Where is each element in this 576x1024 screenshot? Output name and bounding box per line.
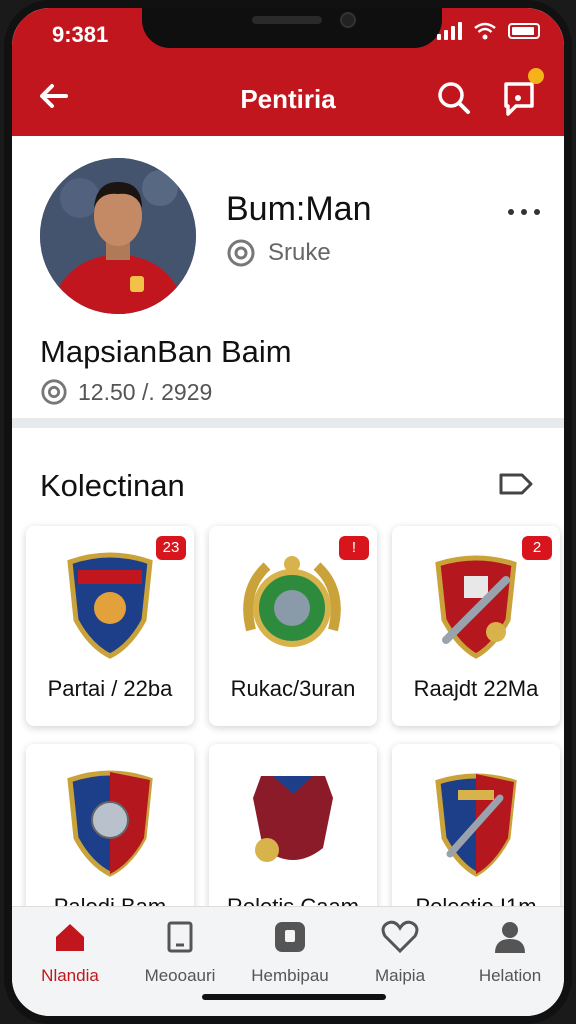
more-options-button[interactable] [506,192,542,224]
card-badge: 2 [522,536,552,560]
player-photo [40,158,196,314]
role-text: Sruke [268,239,331,266]
user-icon [495,922,525,953]
notch [142,8,442,48]
coin-icon [41,379,67,405]
nav-label: Helation [478,966,542,985]
home-icon [56,924,84,951]
ball-crest-icon [67,770,153,877]
status-icons [437,22,540,40]
profile-card: Bum:Man Sruke MapsianBan Baim 12.50 /. 2… [12,138,564,428]
card-badge: ! [339,536,369,560]
nav-label: Nlandia [41,966,99,985]
search-icon [438,82,470,114]
collection-card[interactable]: ! Rukac/3uran [209,526,377,726]
tag-icon [499,473,533,495]
phone-frame: 9:381 Pentiria Bum:Man Sruke MapsianBan … [4,0,572,1024]
speaker [252,16,322,24]
nav-item-profile[interactable]: Helation [460,919,560,986]
app-header: 9:381 Pentiria [12,8,564,136]
sword-crest-icon [435,773,517,877]
nav-item-home[interactable]: Nlandia [20,919,120,986]
profile-stats: 12.50 /. 2929 [40,378,212,406]
tablet-icon [167,921,193,953]
jersey-icon [253,776,333,862]
wifi-icon [474,22,496,40]
tag-button[interactable] [498,470,534,498]
nav-item-favorites[interactable]: Maipia [350,919,450,986]
search-button[interactable] [434,78,474,118]
profile-name: Bum:Man [226,190,372,228]
stats-text: 12.50 /. 2929 [78,378,213,405]
box-icon [275,922,305,952]
nav-item-tablet[interactable]: Meooauri [130,919,230,986]
signal-icon [437,22,462,40]
avatar[interactable] [40,158,196,314]
nav-item-box[interactable]: Hembipau [240,919,340,986]
heart-icon [381,920,419,954]
more-icon [508,209,540,215]
card-label: Partai / 22ba [47,676,173,701]
profile-fullname: MapsianBan Baim [40,334,292,369]
sword-shield-icon [435,555,517,659]
status-time: 9:381 [52,22,109,47]
nav-label: Meooauri [144,966,216,985]
nav-label: Maipia [374,966,426,985]
bottom-nav: Nlandia Meooauri Hembipau Maipia Helatio… [12,906,564,1016]
card-label: Rukac/3uran [230,676,356,701]
card-badge: 23 [156,536,186,560]
page-title: Pentiria [240,84,336,114]
collection-title: Kolectinan [40,468,185,503]
card-label: Raajdt 22Ma [413,676,539,701]
collection-card[interactable]: 2 Raajdt 22Ma [392,526,560,726]
camera [340,12,356,28]
nav-label: Hembipau [251,966,329,985]
profile-role: Sruke [226,238,331,268]
notification-badge [528,68,544,84]
crest-lion-icon [67,552,153,659]
home-indicator [202,994,386,1000]
battery-icon [508,23,540,39]
collection-card[interactable]: 23 Partai / 22ba [26,526,194,726]
laurel-crest-icon [243,556,341,647]
target-icon [227,239,255,267]
